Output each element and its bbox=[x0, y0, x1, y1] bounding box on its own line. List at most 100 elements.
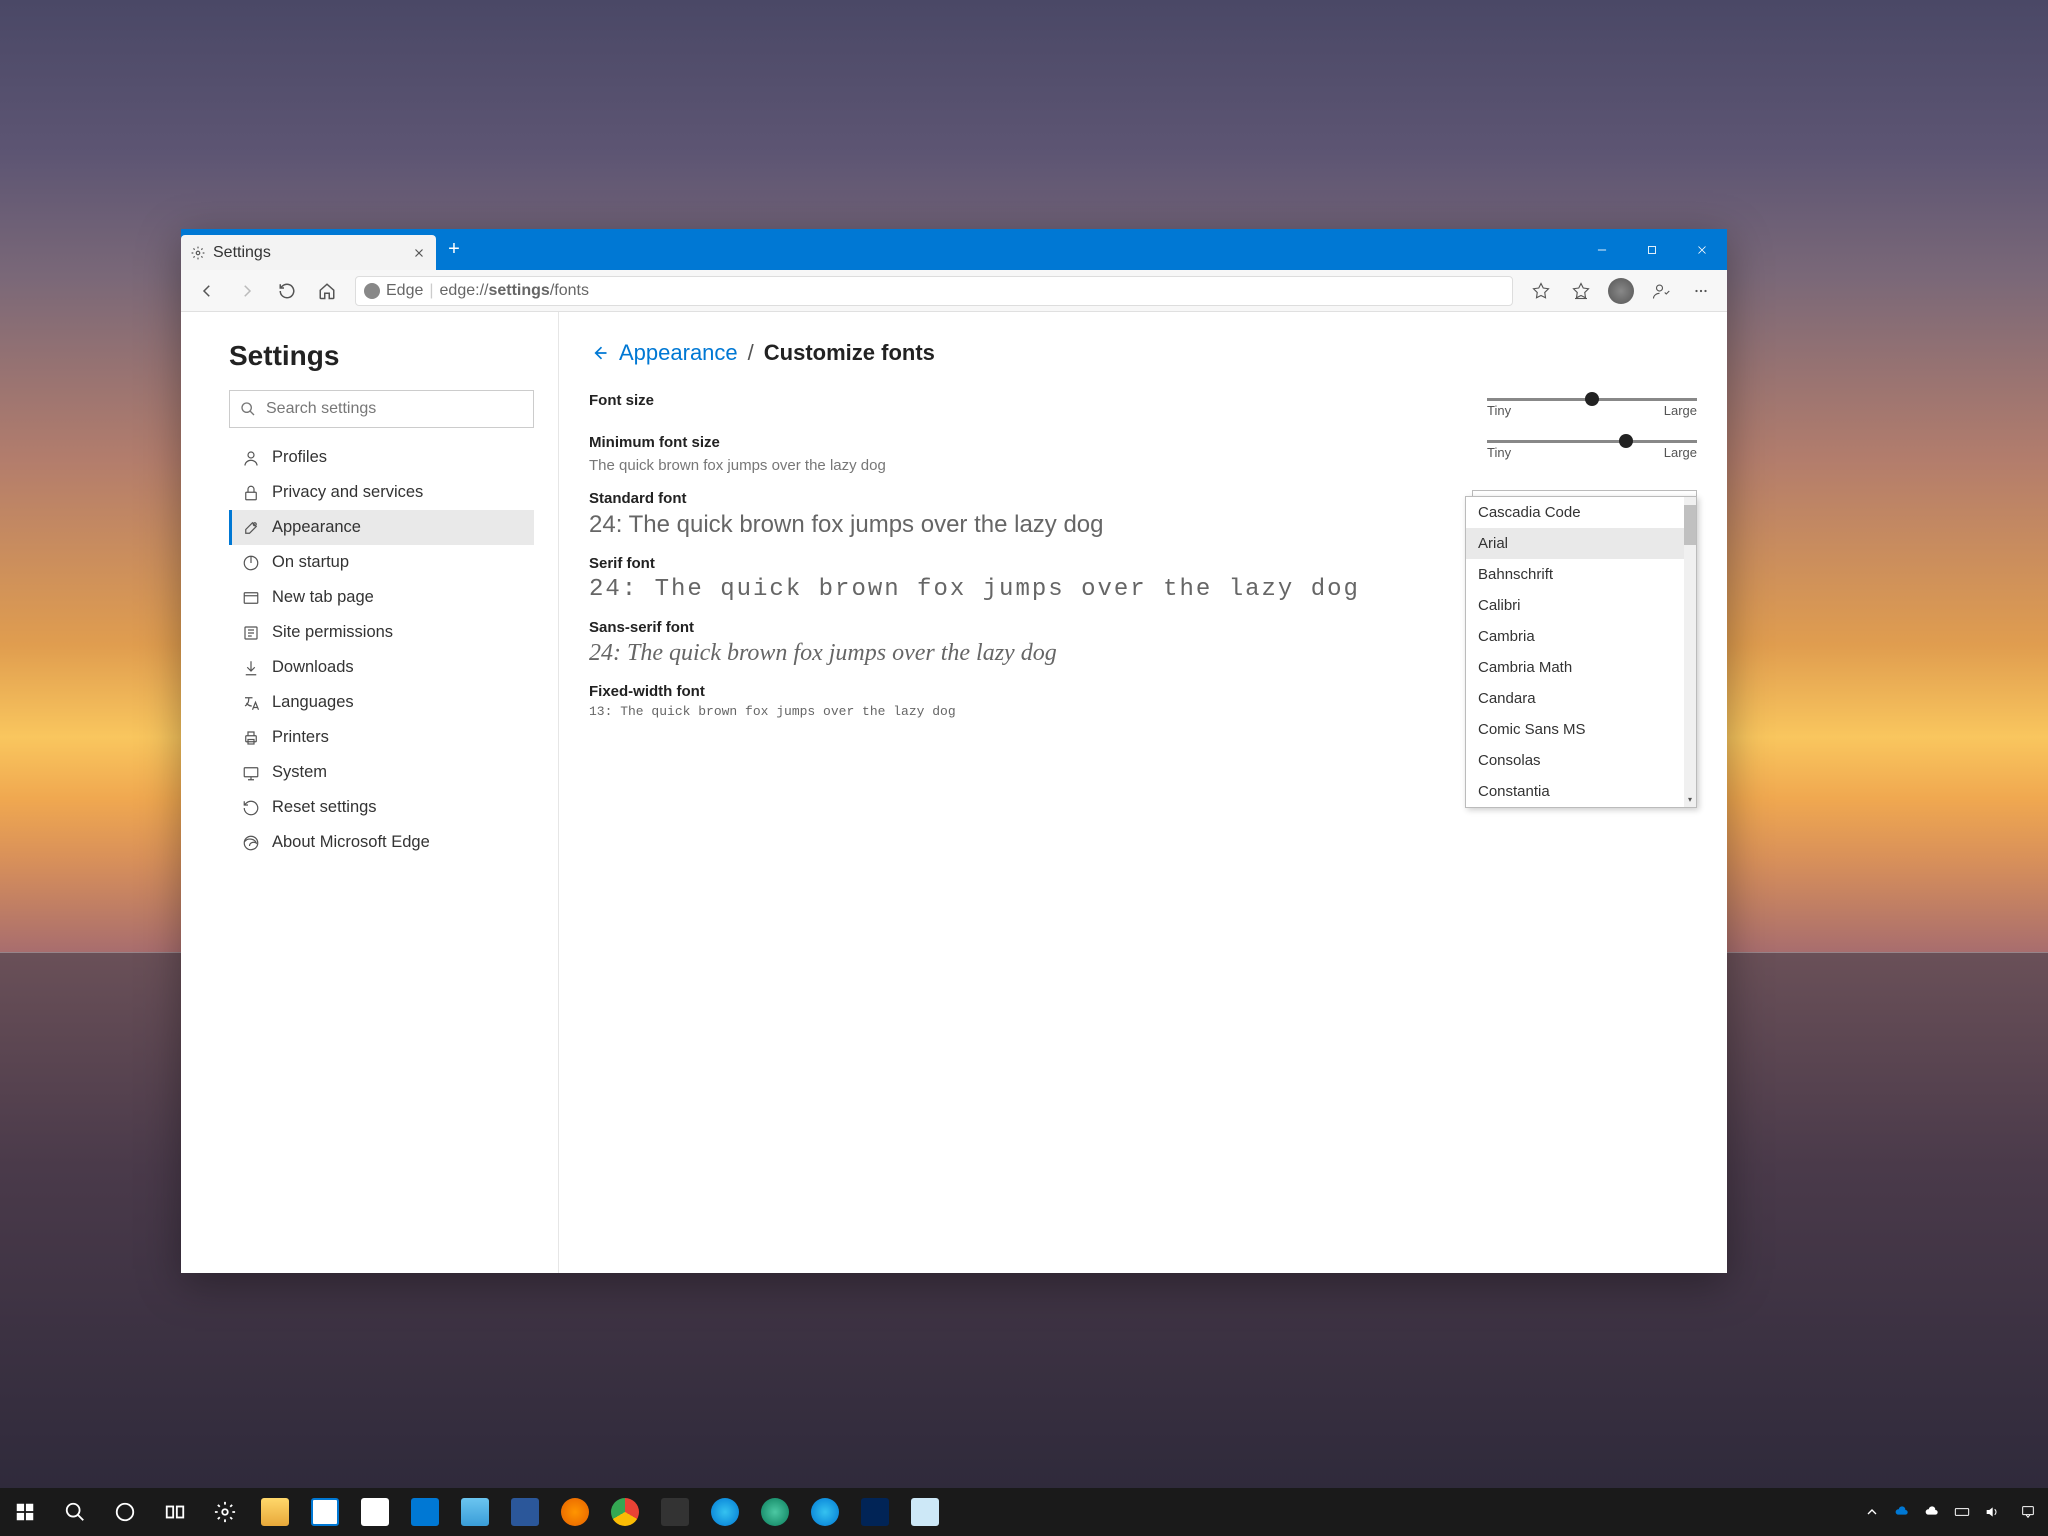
menu-button[interactable] bbox=[1683, 273, 1719, 309]
word-button[interactable] bbox=[500, 1488, 550, 1536]
tab-title: Settings bbox=[213, 244, 404, 262]
sidebar-item-system[interactable]: System bbox=[229, 755, 534, 790]
breadcrumb-parent[interactable]: Appearance bbox=[619, 340, 738, 366]
standard-font-label: Standard font bbox=[589, 490, 1472, 507]
site-identity-icon bbox=[364, 283, 380, 299]
font-option[interactable]: Calibri bbox=[1466, 590, 1696, 621]
search-button[interactable] bbox=[50, 1488, 100, 1536]
terminal-button[interactable] bbox=[650, 1488, 700, 1536]
powershell-button[interactable] bbox=[850, 1488, 900, 1536]
windows-taskbar[interactable] bbox=[0, 1488, 2048, 1536]
feedback-button[interactable] bbox=[1643, 273, 1679, 309]
titlebar[interactable]: Settings + bbox=[181, 229, 1727, 270]
font-option[interactable]: Comic Sans MS bbox=[1466, 714, 1696, 745]
font-size-label: Font size bbox=[589, 392, 1467, 409]
search-icon bbox=[240, 401, 256, 417]
min-font-sample: The quick brown fox jumps over the lazy … bbox=[589, 457, 1467, 474]
dropdown-scroll-down-icon[interactable]: ▾ bbox=[1684, 795, 1696, 807]
chrome-button[interactable] bbox=[600, 1488, 650, 1536]
refresh-button[interactable] bbox=[269, 273, 305, 309]
sidebar-item-privacy-and-services[interactable]: Privacy and services bbox=[229, 475, 534, 510]
maximize-button[interactable] bbox=[1627, 229, 1677, 270]
address-scheme: Edge bbox=[386, 282, 423, 300]
person-icon bbox=[242, 449, 260, 467]
browser-tab[interactable]: Settings bbox=[181, 235, 436, 270]
sidebar-item-downloads[interactable]: Downloads bbox=[229, 650, 534, 685]
slider-thumb[interactable] bbox=[1585, 392, 1599, 406]
system-tray[interactable] bbox=[1858, 1488, 2048, 1536]
download-icon bbox=[242, 659, 260, 677]
task-view-button[interactable] bbox=[150, 1488, 200, 1536]
profile-button[interactable] bbox=[1603, 273, 1639, 309]
home-button[interactable] bbox=[309, 273, 345, 309]
standard-font-sample: 24: The quick brown fox jumps over the l… bbox=[589, 511, 1472, 539]
settings-heading: Settings bbox=[229, 340, 534, 372]
firefox-button[interactable] bbox=[550, 1488, 600, 1536]
sidebar-item-languages[interactable]: Languages bbox=[229, 685, 534, 720]
permissions-icon bbox=[242, 624, 260, 642]
edge-icon bbox=[242, 834, 260, 852]
slider-thumb[interactable] bbox=[1619, 434, 1633, 448]
sidebar-item-printers[interactable]: Printers bbox=[229, 720, 534, 755]
edge-window: Settings + Edge | edge://settings/fonts bbox=[181, 229, 1727, 1273]
font-dropdown-list[interactable]: Cascadia CodeArialBahnschriftCalibriCamb… bbox=[1465, 496, 1697, 808]
notepad-button[interactable] bbox=[900, 1488, 950, 1536]
file-explorer-button[interactable] bbox=[250, 1488, 300, 1536]
font-option[interactable]: Bahnschrift bbox=[1466, 559, 1696, 590]
sidebar-item-appearance[interactable]: Appearance bbox=[229, 510, 534, 545]
edge-button[interactable] bbox=[700, 1488, 750, 1536]
brush-icon bbox=[242, 519, 260, 537]
font-option[interactable]: Cambria Math bbox=[1466, 652, 1696, 683]
font-option[interactable]: Arial bbox=[1466, 528, 1696, 559]
minimize-button[interactable] bbox=[1577, 229, 1627, 270]
favorite-button[interactable] bbox=[1523, 273, 1559, 309]
outlook-button[interactable] bbox=[400, 1488, 450, 1536]
reset-icon bbox=[242, 799, 260, 817]
min-font-size-label: Minimum font size bbox=[589, 434, 1467, 451]
font-option[interactable]: Constantia bbox=[1466, 776, 1696, 807]
lock-icon bbox=[242, 484, 260, 502]
sidebar-item-site-permissions[interactable]: Site permissions bbox=[229, 615, 534, 650]
browser-toolbar: Edge | edge://settings/fonts bbox=[181, 270, 1727, 312]
font-option[interactable]: Cambria bbox=[1466, 621, 1696, 652]
font-option[interactable]: Consolas bbox=[1466, 745, 1696, 776]
favorites-bar-button[interactable] bbox=[1563, 273, 1599, 309]
close-window-button[interactable] bbox=[1677, 229, 1727, 270]
tray-overflow-icon[interactable] bbox=[1858, 1488, 1886, 1536]
printer-icon bbox=[242, 729, 260, 747]
volume-icon[interactable] bbox=[1978, 1488, 2006, 1536]
font-size-slider[interactable] bbox=[1487, 398, 1697, 401]
sidebar-item-profiles[interactable]: Profiles bbox=[229, 440, 534, 475]
desktop-background: Settings + Edge | edge://settings/fonts bbox=[0, 0, 2048, 1536]
settings-taskbar-button[interactable] bbox=[200, 1488, 250, 1536]
new-tab-button[interactable]: + bbox=[436, 229, 472, 270]
store-button[interactable] bbox=[300, 1488, 350, 1536]
cortana-button[interactable] bbox=[100, 1488, 150, 1536]
keyboard-icon[interactable] bbox=[1948, 1488, 1976, 1536]
back-button[interactable] bbox=[189, 273, 225, 309]
edge-beta-button[interactable] bbox=[750, 1488, 800, 1536]
font-option[interactable]: Candara bbox=[1466, 683, 1696, 714]
avatar bbox=[1608, 278, 1634, 304]
onedrive-icon[interactable] bbox=[1888, 1488, 1916, 1536]
sidebar-item-reset-settings[interactable]: Reset settings bbox=[229, 790, 534, 825]
mail-button[interactable] bbox=[350, 1488, 400, 1536]
breadcrumb-back-icon[interactable] bbox=[589, 343, 609, 363]
cloud-icon[interactable] bbox=[1918, 1488, 1946, 1536]
system-icon bbox=[242, 764, 260, 782]
search-input[interactable]: Search settings bbox=[229, 390, 534, 428]
sidebar-item-about-microsoft-edge[interactable]: About Microsoft Edge bbox=[229, 825, 534, 860]
forward-button[interactable] bbox=[229, 273, 265, 309]
close-tab-icon[interactable] bbox=[412, 246, 426, 260]
address-url: edge://settings/fonts bbox=[440, 282, 589, 300]
start-button[interactable] bbox=[0, 1488, 50, 1536]
edge-canary-button[interactable] bbox=[800, 1488, 850, 1536]
action-center-icon[interactable] bbox=[2008, 1488, 2048, 1536]
sidebar-item-new-tab-page[interactable]: New tab page bbox=[229, 580, 534, 615]
font-option[interactable]: Cascadia Code bbox=[1466, 497, 1696, 528]
address-bar[interactable]: Edge | edge://settings/fonts bbox=[355, 276, 1513, 306]
dropdown-scrollbar-thumb[interactable] bbox=[1684, 505, 1696, 545]
min-font-size-slider[interactable] bbox=[1487, 440, 1697, 443]
photos-button[interactable] bbox=[450, 1488, 500, 1536]
sidebar-item-on-startup[interactable]: On startup bbox=[229, 545, 534, 580]
